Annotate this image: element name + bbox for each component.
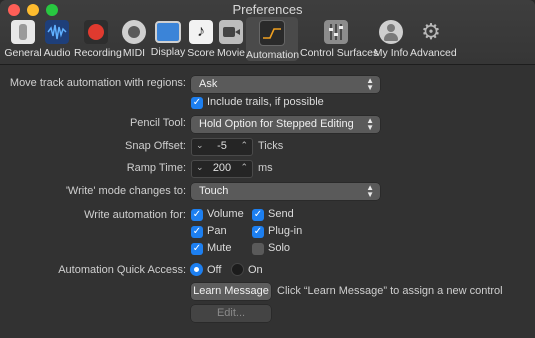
automation-settings-pane: Move track automation with regions: Ask … (0, 65, 535, 338)
midi-connector-icon (122, 20, 146, 44)
toolbar-display[interactable]: Display (150, 18, 186, 60)
learn-message-hint: Click “Learn Message” to assign a new co… (277, 285, 503, 297)
automation-curve-icon (259, 20, 285, 46)
mixer-faders-icon (324, 20, 348, 44)
learn-message-button[interactable]: Learn Message (191, 283, 271, 300)
title-bar: Preferences General Audio Recording MIDI (0, 0, 535, 65)
plug-in-checkbox[interactable]: ✓ (252, 226, 264, 238)
popup-value: Hold Option for Stepped Editing (199, 118, 354, 130)
window-title: Preferences (232, 2, 303, 17)
toolbar-label: Advanced (410, 47, 457, 59)
solo-label: Solo (268, 242, 291, 254)
move-track-automation-label: Move track automation with regions: (9, 77, 186, 89)
include-trails-checkbox[interactable]: ✓ (191, 97, 203, 109)
send-checkbox[interactable]: ✓ (252, 209, 264, 221)
snap-offset-stepper[interactable]: ⌄ -5 ⌃ (191, 138, 253, 156)
quick-access-on-label: On (248, 264, 263, 276)
snap-offset-label: Snap Offset: (125, 140, 186, 152)
toolbar-score[interactable]: ♪ Score (187, 18, 215, 60)
plug-in-label: Plug-in (268, 225, 303, 237)
chevron-up-icon[interactable]: ⌃ (240, 162, 248, 173)
movie-camera-icon (219, 20, 243, 44)
quick-access-off-label: Off (207, 264, 222, 276)
toolbar-audio[interactable]: Audio (42, 18, 72, 60)
include-trails-label: Include trails, if possible (207, 96, 324, 108)
popup-value: Touch (199, 185, 229, 197)
toolbar-label: Control Surfaces (300, 47, 379, 59)
ramp-time-unit: ms (258, 162, 273, 174)
write-mode-popup[interactable]: Touch ▲ ▼ (191, 183, 380, 200)
general-switch-icon (11, 20, 35, 44)
pencil-tool-popup[interactable]: Hold Option for Stepped Editing ▲ ▼ (191, 116, 380, 133)
pencil-tool-label: Pencil Tool: (129, 117, 186, 129)
quick-access-off-radio[interactable] (190, 263, 203, 276)
toolbar-general[interactable]: General (4, 18, 42, 60)
toolbar-label: Audio (43, 47, 71, 59)
quick-access-on-radio[interactable] (231, 263, 244, 276)
toolbar-my-info[interactable]: My Info (373, 18, 409, 60)
write-mode-label: 'Write' mode changes to: (65, 185, 186, 197)
music-note-icon: ♪ (189, 20, 213, 44)
popup-arrows-icon: ▲ ▼ (366, 183, 374, 199)
toolbar-recording[interactable]: Recording (74, 18, 122, 60)
display-monitor-icon (155, 21, 181, 43)
toolbar-advanced[interactable]: ⚙ Advanced (410, 18, 457, 60)
gear-icon: ⚙ (421, 19, 441, 44)
pan-label: Pan (207, 225, 227, 237)
toolbar-label: Display (150, 46, 186, 58)
popup-value: Ask (199, 78, 218, 90)
record-icon (84, 20, 108, 44)
preferences-window: Preferences General Audio Recording MIDI (0, 0, 535, 338)
volume-label: Volume (207, 208, 244, 220)
chevron-up-icon[interactable]: ⌃ (240, 140, 248, 151)
toolbar-label: Movie (217, 47, 246, 59)
toolbar-label: Automation (246, 49, 300, 61)
popup-arrows-icon: ▲ ▼ (366, 116, 374, 132)
toolbar-movie[interactable]: Movie (217, 18, 245, 60)
toolbar-label: MIDI (122, 47, 146, 59)
snap-offset-unit: Ticks (258, 140, 284, 152)
pan-checkbox[interactable]: ✓ (191, 226, 203, 238)
solo-checkbox[interactable] (252, 243, 264, 255)
send-label: Send (268, 208, 294, 220)
audio-waveform-icon (45, 20, 69, 44)
ramp-time-stepper[interactable]: ⌄ 200 ⌃ (191, 160, 253, 178)
mute-checkbox[interactable]: ✓ (191, 243, 203, 255)
write-automation-label: Write automation for: (84, 209, 186, 221)
toolbar-control-surfaces[interactable]: Control Surfaces (300, 18, 379, 60)
edit-button[interactable]: Edit... (191, 305, 271, 322)
toolbar-midi[interactable]: MIDI (120, 18, 148, 60)
volume-checkbox[interactable]: ✓ (191, 209, 203, 221)
toolbar-label: My Info (373, 47, 409, 59)
toolbar-label: Score (187, 47, 215, 59)
popup-arrows-icon: ▲ ▼ (366, 76, 374, 92)
toolbar-label: General (4, 47, 42, 59)
toolbar-automation[interactable]: Automation (246, 17, 300, 61)
user-silhouette-icon (379, 20, 403, 44)
mute-label: Mute (207, 242, 232, 254)
move-track-automation-popup[interactable]: Ask ▲ ▼ (191, 76, 380, 93)
quick-access-label: Automation Quick Access: (58, 264, 186, 276)
toolbar-label: Recording (74, 47, 122, 59)
ramp-time-label: Ramp Time: (126, 162, 186, 174)
